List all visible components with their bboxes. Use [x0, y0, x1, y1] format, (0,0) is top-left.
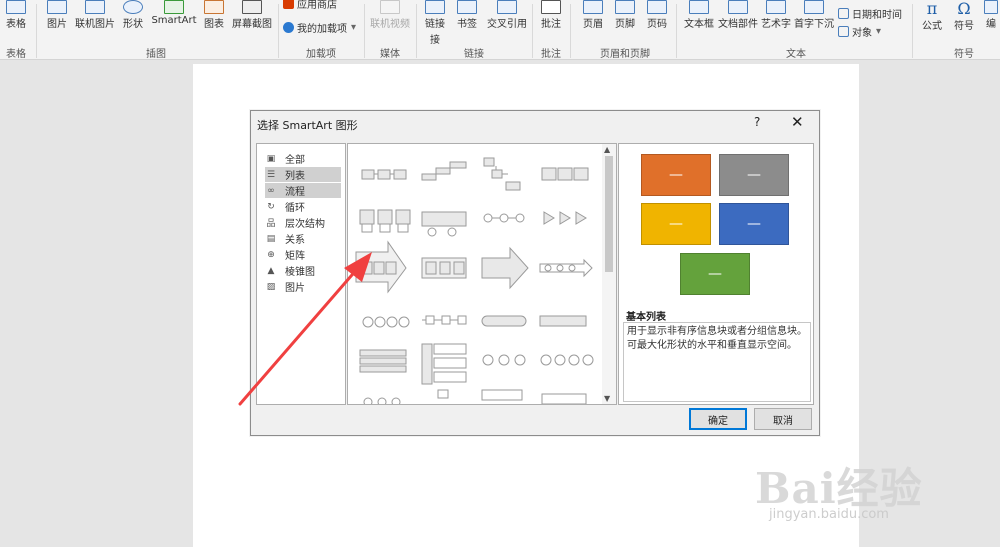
baidu-watermark: Bai经验 jingyan.baidu.com	[755, 455, 923, 522]
watermark-url: jingyan.baidu.com	[769, 507, 889, 522]
